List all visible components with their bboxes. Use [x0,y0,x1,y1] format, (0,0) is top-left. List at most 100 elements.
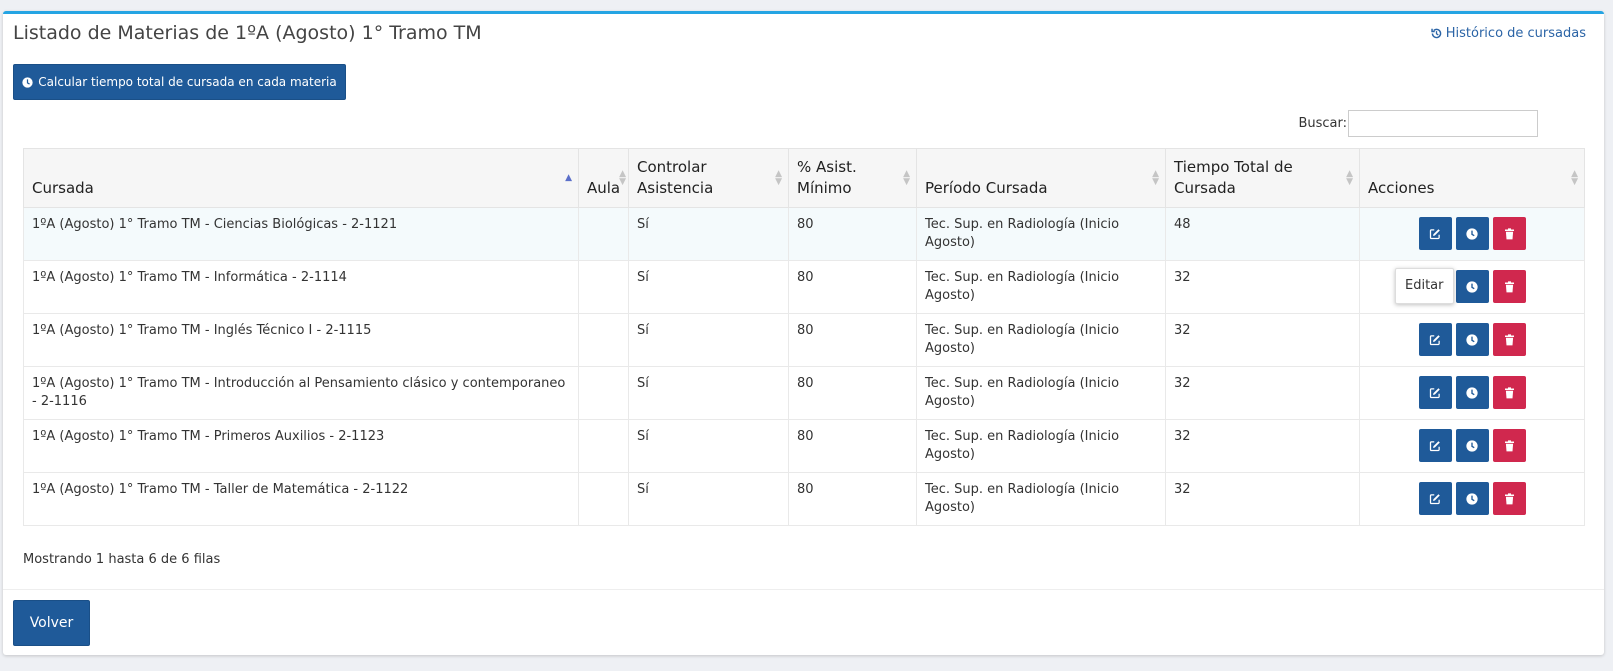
edit-icon [1429,440,1441,452]
cell-cursada: 1ºA (Agosto) 1° Tramo TM - Introducción … [23,366,579,420]
delete-button[interactable] [1492,429,1526,462]
col-header-controlar-asistencia[interactable]: Controlar Asistencia ▲ ▼ [628,148,789,208]
sort-icon: ▲ ▼ [1571,169,1578,187]
time-button[interactable] [1455,270,1489,303]
col-header-cursada[interactable]: Cursada ▲ [23,148,579,208]
page-title: Listado de Materias de 1ºA (Agosto) 1° T… [13,22,482,44]
cell-aula [578,260,629,314]
edit-button[interactable] [1418,482,1452,515]
col-header-asist-minimo[interactable]: % Asist. Mínimo ▲ ▼ [788,148,917,208]
cell-acciones: Editar [1359,260,1585,314]
trash-icon [1504,492,1515,505]
cell-periodo: Tec. Sup. en Radiología (Inicio Agosto) [916,207,1166,261]
cell-tiempo-total: 32 [1165,472,1360,526]
trash-icon [1504,333,1515,346]
history-icon [1431,28,1442,39]
table-row: 1ºA (Agosto) 1° Tramo TM - Primeros Auxi… [23,419,1585,473]
edit-button[interactable] [1418,323,1452,356]
cell-asist-minimo: 80 [788,260,917,314]
cell-aula [578,313,629,367]
time-button[interactable] [1455,482,1489,515]
edit-tooltip: Editar [1395,268,1454,304]
clock-icon [1466,280,1478,293]
col-header-periodo[interactable]: Período Cursada ▲ ▼ [916,148,1166,208]
pagination-info: Mostrando 1 hasta 6 de 6 filas [23,552,221,567]
cell-acciones [1359,472,1585,526]
delete-button[interactable] [1492,270,1526,303]
cell-controlar-asistencia: Sí [628,419,789,473]
time-button[interactable] [1455,217,1489,250]
edit-button[interactable] [1418,429,1452,462]
cell-controlar-asistencia: Sí [628,313,789,367]
time-button[interactable] [1455,429,1489,462]
table-header-row: Cursada ▲ Aula ▲ ▼ Controlar Asistencia ▲… [23,148,1585,208]
delete-button[interactable] [1492,482,1526,515]
sort-icon: ▲ ▼ [903,169,910,187]
clock-icon [1466,386,1478,399]
clock-icon [1466,333,1478,346]
edit-button[interactable] [1418,217,1452,250]
row-actions [1368,216,1576,250]
row-actions [1368,322,1576,356]
back-button[interactable]: Volver [13,600,90,646]
trash-icon [1504,280,1515,293]
row-actions [1368,481,1576,515]
cell-tiempo-total: 32 [1165,419,1360,473]
col-header-acciones[interactable]: Acciones ▲ ▼ [1359,148,1585,208]
cell-controlar-asistencia: Sí [628,260,789,314]
cell-controlar-asistencia: Sí [628,366,789,420]
cell-tiempo-total: 32 [1165,260,1360,314]
cell-tiempo-total: 48 [1165,207,1360,261]
cell-periodo: Tec. Sup. en Radiología (Inicio Agosto) [916,260,1166,314]
cell-asist-minimo: 80 [788,472,917,526]
table-row: 1ºA (Agosto) 1° Tramo TM - Informática -… [23,260,1585,314]
time-button[interactable] [1455,376,1489,409]
cell-periodo: Tec. Sup. en Radiología (Inicio Agosto) [916,472,1166,526]
historico-link[interactable]: Histórico de cursadas [1430,26,1586,41]
cell-acciones [1359,313,1585,367]
edit-button[interactable] [1418,376,1452,409]
edit-icon [1429,228,1441,240]
main-card: Listado de Materias de 1ºA (Agosto) 1° T… [3,11,1604,655]
cell-asist-minimo: 80 [788,419,917,473]
cell-acciones [1359,419,1585,473]
cell-tiempo-total: 32 [1165,313,1360,367]
calc-time-button[interactable]: Calcular tiempo total de cursada en cada… [13,64,346,100]
delete-button[interactable] [1492,323,1526,356]
search-input[interactable] [1348,110,1538,137]
delete-button[interactable] [1492,217,1526,250]
cell-aula [578,207,629,261]
sort-icon: ▲ ▼ [1346,169,1353,187]
cell-acciones [1359,207,1585,261]
time-button[interactable] [1455,323,1489,356]
cell-cursada: 1ºA (Agosto) 1° Tramo TM - Informática -… [23,260,579,314]
table-row: 1ºA (Agosto) 1° Tramo TM - Ciencias Biol… [23,207,1585,261]
clock-icon [1466,227,1478,240]
table-row: 1ºA (Agosto) 1° Tramo TM - Inglés Técnic… [23,313,1585,367]
table-body: 1ºA (Agosto) 1° Tramo TM - Ciencias Biol… [23,207,1585,526]
cell-asist-minimo: 80 [788,366,917,420]
delete-button[interactable] [1492,376,1526,409]
sort-icon: ▲ ▼ [1152,169,1159,187]
col-header-aula[interactable]: Aula ▲ ▼ [578,148,629,208]
sort-icon: ▲ ▼ [619,169,626,187]
trash-icon [1504,227,1515,240]
row-actions [1368,428,1576,462]
cell-aula [578,472,629,526]
cell-cursada: 1ºA (Agosto) 1° Tramo TM - Ciencias Biol… [23,207,579,261]
clock-icon [22,76,33,88]
col-header-tiempo-total[interactable]: Tiempo Total de Cursada ▲ ▼ [1165,148,1360,208]
cell-periodo: Tec. Sup. en Radiología (Inicio Agosto) [916,366,1166,420]
historico-label: Histórico de cursadas [1445,26,1586,41]
cell-acciones [1359,366,1585,420]
calc-time-label: Calcular tiempo total de cursada en cada… [38,75,337,89]
edit-icon [1429,493,1441,505]
cell-cursada: 1ºA (Agosto) 1° Tramo TM - Inglés Técnic… [23,313,579,367]
cell-aula [578,419,629,473]
cell-tiempo-total: 32 [1165,366,1360,420]
clock-icon [1466,492,1478,505]
cell-controlar-asistencia: Sí [628,207,789,261]
table-row: 1ºA (Agosto) 1° Tramo TM - Taller de Mat… [23,472,1585,526]
trash-icon [1504,386,1515,399]
subjects-table-wrapper: Cursada ▲ Aula ▲ ▼ Controlar Asistencia ▲… [23,148,1585,526]
